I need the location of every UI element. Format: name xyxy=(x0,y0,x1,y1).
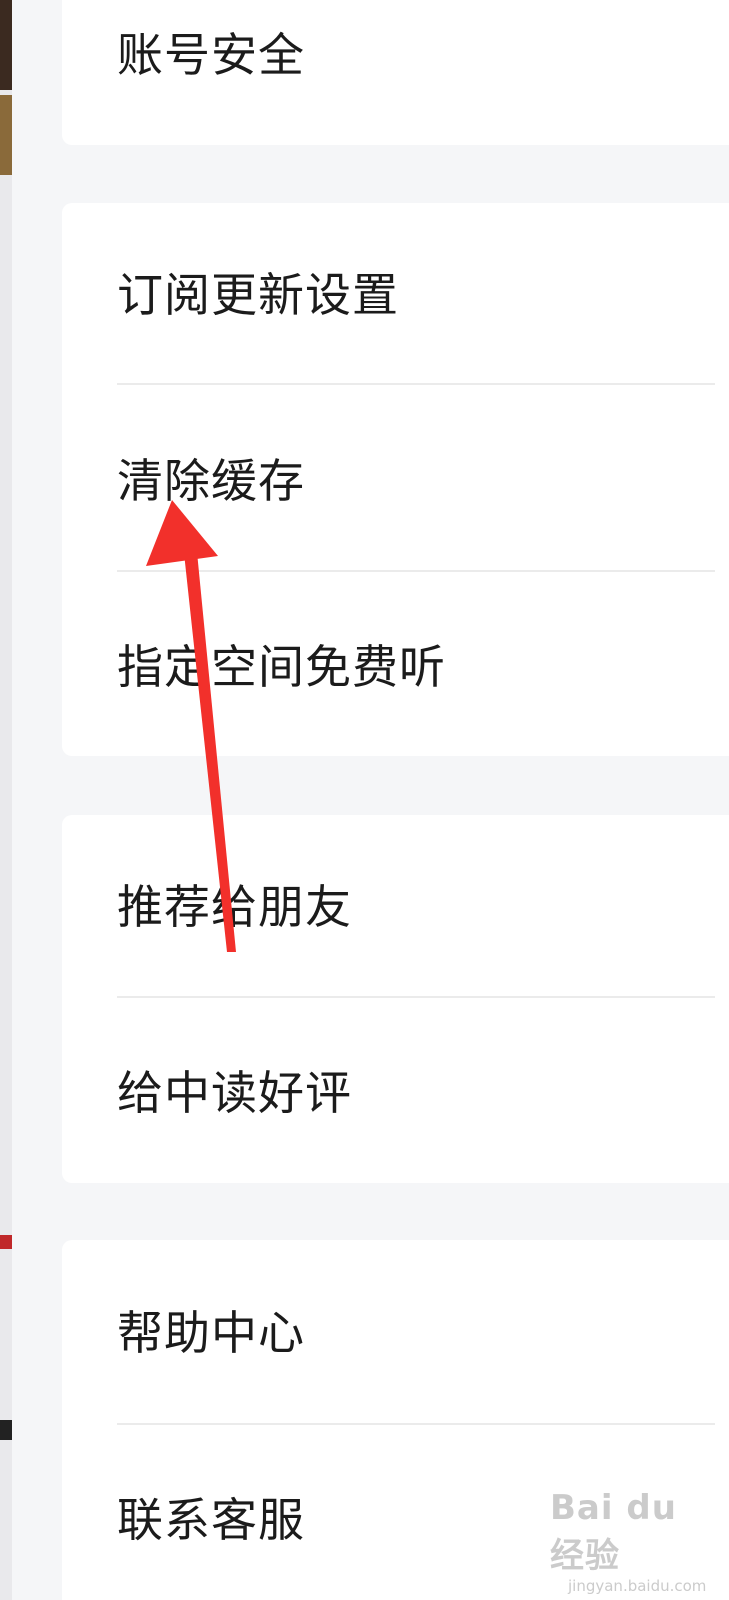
background-bar-fragment xyxy=(0,1420,12,1440)
watermark: Bai du 经验 jingyan.baidu.com xyxy=(550,1488,707,1595)
divider xyxy=(117,1423,715,1425)
divider xyxy=(117,570,715,572)
background-image-fragment xyxy=(0,95,12,175)
divider xyxy=(117,383,715,385)
settings-item-recommend-to-friends[interactable]: 推荐给朋友 xyxy=(117,877,352,937)
background-accent-fragment xyxy=(0,1235,12,1249)
settings-item-contact-support[interactable]: 联系客服 xyxy=(117,1490,305,1550)
background-screen-edge xyxy=(0,0,12,1600)
settings-item-subscription-update[interactable]: 订阅更新设置 xyxy=(117,265,399,325)
page-indicator: 3 / 3 xyxy=(358,18,451,51)
divider xyxy=(117,996,715,998)
settings-group-general: 订阅更新设置 清除缓存 指定空间免费听 xyxy=(62,203,729,756)
settings-group-share: 推荐给朋友 给中读好评 xyxy=(62,815,729,1183)
settings-screen: 账号安全 订阅更新设置 清除缓存 指定空间免费听 推荐给朋友 给中读好评 帮助中… xyxy=(0,0,729,1600)
settings-item-rate-app[interactable]: 给中读好评 xyxy=(117,1063,352,1123)
settings-item-help-center[interactable]: 帮助中心 xyxy=(117,1303,305,1363)
settings-item-clear-cache[interactable]: 清除缓存 xyxy=(117,451,305,511)
settings-item-free-listen-space[interactable]: 指定空间免费听 xyxy=(117,637,446,697)
watermark-logo: Bai du 经验 xyxy=(550,1488,677,1576)
watermark-url: jingyan.baidu.com xyxy=(568,1577,707,1595)
settings-item-account-security[interactable]: 账号安全 xyxy=(117,25,305,85)
background-image-fragment xyxy=(0,0,12,90)
